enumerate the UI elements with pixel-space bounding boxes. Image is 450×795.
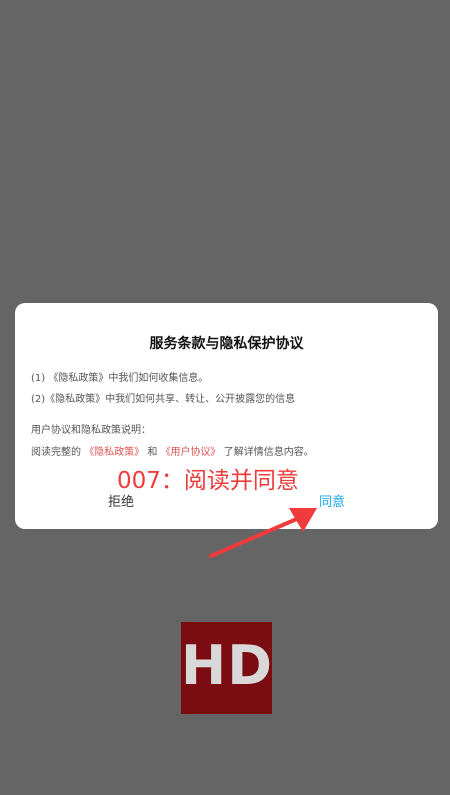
read-full-prefix: 阅读完整的 bbox=[31, 447, 81, 458]
policy-line-share: (2)《隐私政策》中我们如何共享、转让、公开披露您的信息 bbox=[31, 394, 296, 405]
annotation-arrow-icon bbox=[209, 508, 317, 558]
hd-logo: HD bbox=[181, 622, 272, 714]
tutorial-annotation: 007：阅读并同意 bbox=[117, 468, 299, 494]
user-agreement-link[interactable]: 《用户协议》 bbox=[161, 447, 221, 458]
policy-explanation-heading: 用户协议和隐私政策说明： bbox=[31, 425, 151, 436]
hd-logo-text: HD bbox=[181, 634, 274, 697]
policy-line-collect: (1) 《隐私政策》中我们如何收集信息。 bbox=[31, 373, 209, 384]
read-full-suffix: 了解详情信息内容。 bbox=[223, 447, 314, 458]
privacy-policy-link[interactable]: 《隐私政策》 bbox=[84, 447, 144, 458]
policy-read-full-line: 阅读完整的 《隐私政策》 和 《用户协议》 了解详情信息内容。 bbox=[31, 443, 314, 458]
read-full-and: 和 bbox=[147, 447, 158, 458]
privacy-agreement-dialog: 服务条款与隐私保护协议 (1) 《隐私政策》中我们如何收集信息。 (2)《隐私政… bbox=[15, 303, 438, 529]
reject-button[interactable]: 拒绝 bbox=[108, 491, 134, 510]
dialog-title: 服务条款与隐私保护协议 bbox=[149, 336, 304, 352]
